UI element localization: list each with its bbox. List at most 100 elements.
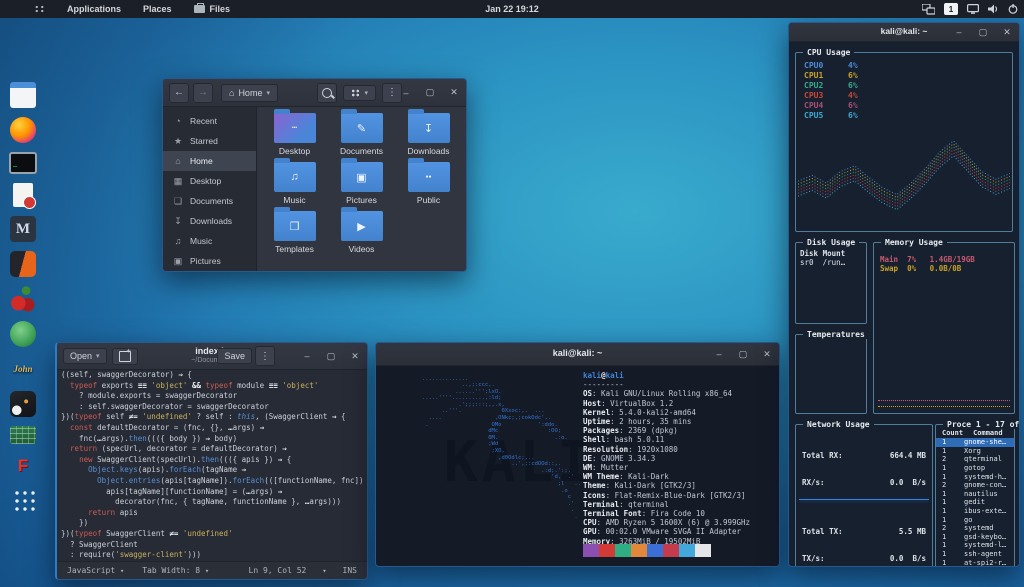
maximize-button[interactable]: ▢ [325,351,337,362]
process-row[interactable]: 1Xorg [936,447,1014,456]
tab-width-selector[interactable]: Tab Width: 8 ▾ [142,566,209,575]
workspace-indicator[interactable]: 1 [944,3,958,15]
process-row[interactable]: 2systemd [936,524,1014,533]
network-icon[interactable] [922,4,935,15]
neofetch-kernel: Kernel: 5.4.0-kali2-amd64 [583,408,750,417]
display-icon[interactable] [967,4,979,14]
terminal-content[interactable]: KALI .............. ..,;:ccc,. ......'''… [376,366,779,566]
app-grid-icon[interactable] [12,488,35,511]
new-tab-button[interactable] [112,348,138,365]
john-the-ripper-icon[interactable]: John [10,356,36,382]
sidebar-item-desktop[interactable]: ▦Desktop [163,171,256,191]
process-row[interactable]: 1systemd-h… [936,472,1014,481]
minimize-button[interactable]: – [400,88,412,98]
circuit-board-icon[interactable] [10,426,36,444]
clock[interactable]: Jan 22 19:12 [485,0,539,18]
volume-icon[interactable] [988,4,999,14]
close-button[interactable]: ✕ [1001,27,1013,38]
power-icon[interactable] [1008,4,1018,14]
view-toggle-button[interactable]: ▾ [343,85,376,101]
sidebar-item-documents[interactable]: ❏Documents [163,191,256,211]
folder-public[interactable]: ●●Public [395,162,462,205]
cherrytree-icon[interactable] [10,286,36,312]
process-row[interactable]: 1gnome-she… [936,438,1014,447]
maximize-button[interactable]: ▢ [424,87,436,98]
folder-label: Templates [275,244,314,254]
maximize-button[interactable]: ▢ [977,27,989,38]
search-icon [322,88,332,98]
language-selector[interactable]: JavaScript ▾ [67,566,124,575]
folder-label: Documents [340,146,383,156]
faraday-icon[interactable]: F [10,453,36,479]
folder-desktop[interactable]: •••Desktop [261,113,328,156]
menu-files-label: Files [210,4,231,14]
menu-applications[interactable]: Applications [67,4,121,14]
sidebar-item-recent[interactable]: ◔Recent [163,111,256,131]
process-row[interactable]: 1gedit [936,498,1014,507]
save-button[interactable]: Save [217,348,252,364]
close-button[interactable]: ✕ [448,87,460,98]
metasploit-icon[interactable]: M [10,216,36,242]
process-rows: 1gnome-she…1Xorg2qterminal1gotop1systemd… [936,438,1014,567]
terminal-icon[interactable]: _ [9,152,37,174]
back-button[interactable]: ← [169,83,189,103]
folder-documents[interactable]: ✎Documents [328,113,395,156]
rx-graph-line [799,499,929,500]
cursor-position[interactable]: Ln 9, Col 52 [249,566,307,575]
process-row[interactable]: 1ibus-exte… [936,507,1014,516]
sidebar-item-home[interactable]: ⌂Home [163,151,256,171]
process-row[interactable]: 1go [936,515,1014,524]
forward-button[interactable]: → [193,83,213,103]
palette-swatch-4 [647,544,663,557]
menu-kebab-button[interactable]: ⋮ [255,346,275,366]
files-app-icon [194,5,205,13]
sidebar-item-pictures[interactable]: ▣Pictures [163,251,256,271]
folder-templates[interactable]: ❒Templates [261,211,328,254]
sidebar-item-downloads[interactable]: ↧Downloads [163,211,256,231]
path-button[interactable]: ⌂ Home ▾ [221,84,278,102]
process-row[interactable]: 1at-spi2-r… [936,558,1014,567]
firefox-icon[interactable] [10,117,36,143]
menu-kebab-button[interactable]: ⋮ [382,83,402,103]
process-count-header[interactable]: Count [942,429,963,437]
close-button[interactable]: ✕ [349,351,361,362]
folder-videos[interactable]: ▶Videos [328,211,395,254]
maximize-button[interactable]: ▢ [737,349,749,360]
minimize-button[interactable]: – [953,27,965,37]
process-row[interactable]: 2qterminal [936,455,1014,464]
menu-files[interactable]: Files [194,4,231,14]
chevron-down-icon[interactable]: ▾ [322,567,326,575]
terminal-window: kali@kali: ~ –▢✕ KALI .............. ..,… [375,342,780,567]
process-row[interactable]: 1gotop [936,464,1014,473]
folder-music[interactable]: ♫Music [261,162,328,205]
process-row[interactable]: 1gsd-keybo… [936,533,1014,542]
folder-downloads[interactable]: ↧Downloads [395,113,462,156]
zenmap-icon[interactable] [10,321,36,347]
sidebar-item-music[interactable]: ♫Music [163,231,256,251]
neofetch-info: kali@kali---------OS: Kali GNU/Linux Rol… [583,371,750,546]
folder-glyph: ↧ [424,122,433,135]
code-editor[interactable]: ((self, swaggerDecorator) ⇒ { typeof exp… [61,370,367,561]
folder-pictures[interactable]: ▣Pictures [328,162,395,205]
search-button[interactable] [317,83,337,103]
open-button[interactable]: Open ▾ [63,348,107,364]
burpsuite-icon[interactable] [10,251,36,277]
window-controls: – ▢ ✕ [713,343,773,365]
process-row[interactable]: 1ssh-agent [936,550,1014,559]
process-row[interactable]: 1nautilus [936,490,1014,499]
sidebar-item-starred[interactable]: ★Starred [163,131,256,151]
process-command-header[interactable]: Command [973,429,1003,437]
window-icon[interactable] [10,82,36,108]
hound-icon[interactable] [10,391,36,417]
close-button[interactable]: ✕ [761,349,773,360]
process-row[interactable]: 1systemd-l… [936,541,1014,550]
minimize-button[interactable]: – [301,351,313,361]
neofetch-host: Host: VirtualBox 1.2 [583,399,750,408]
text-file-icon[interactable] [13,183,33,207]
neofetch-os: OS: Kali GNU/Linux Rolling x86_64 [583,389,750,398]
minimize-button[interactable]: – [713,349,725,359]
process-panel-title: Proce 1 - 17 of 179 [943,420,1020,429]
menu-places[interactable]: Places [143,4,172,14]
activities-grid-icon[interactable] [34,5,45,13]
process-row[interactable]: 2gnome-con… [936,481,1014,490]
